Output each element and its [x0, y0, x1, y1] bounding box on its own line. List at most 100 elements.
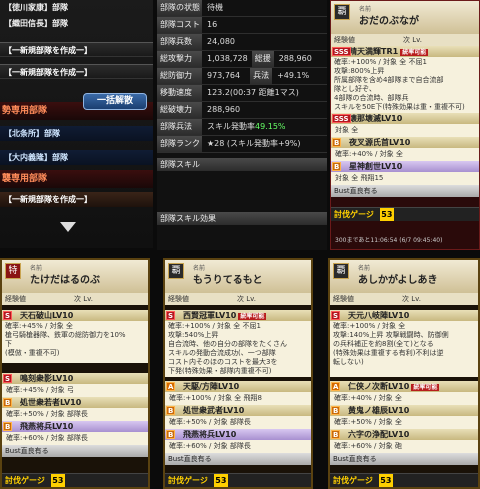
gauge-value: 53 [379, 208, 394, 221]
skill-value: 確率:+100% / 対象 全 飛翔8 [165, 392, 311, 405]
skill-title: 飛燕将兵LV10 [20, 422, 74, 431]
desc-line: コスト内そのほのコストを最大3を [168, 358, 278, 366]
skill-tag: 統率可能 [411, 384, 440, 391]
skill-desc: 確率:+100% / 対象 全 攻撃:140%上昇 攻撃戦闘時、防御側 の兵科補… [330, 321, 478, 377]
deck-row[interactable]: 【織田信長】部隊 [0, 16, 153, 31]
general-card[interactable]: 覇 名前 あしかがよしあき 経験値 次 Lv. S 天元八岐陣LV10 確率:+10… [328, 258, 480, 489]
skill-tag: 統率可能 [238, 313, 267, 320]
new-deck-row[interactable]: 【一新規部隊を作成一】 [0, 42, 153, 57]
desc-line: 4部隊の合流時、部隊兵 [334, 94, 409, 102]
skill-title: 天駆/方陣LV10 [183, 382, 240, 391]
deck-row[interactable]: 【大内義隆】部隊 [0, 150, 153, 165]
card-header: 覇 名前 もうりてるもと [165, 260, 311, 293]
grade-badge: B [166, 430, 176, 439]
stat-value: ★28 (スキル発動率+9%) [207, 139, 301, 148]
flag-bar: Bust直良有る [165, 453, 311, 465]
skill-header: 部隊スキル [157, 158, 327, 171]
gauge-label: 討伐ゲージ [168, 476, 208, 485]
desc-line: (特殊効果は重複する有利)不利は逆 [333, 349, 444, 357]
exp-row: 経験値 次 Lv. [2, 293, 148, 305]
skill-value: 確率:+50% / 対象 全 [330, 416, 478, 429]
deck-row[interactable]: 【徳川家康】部隊 [0, 0, 153, 15]
stat-label: 部隊ランク [157, 136, 202, 152]
skill-value: 確率:+50% / 対象 部隊長 [2, 408, 148, 421]
skill-name: S 天元八岐陣LV10 [330, 310, 478, 321]
next-level-label: 次 Lv. [74, 295, 93, 303]
skill-title: 六字の浄配LV10 [348, 430, 410, 439]
stat-value: スキル発動率 [207, 122, 255, 131]
stat-label: 総援 [251, 51, 274, 67]
skill-desc: 確率:+100% / 対象 全 不屈1 攻撃:800%上昇 所属部隊を含め4部隊… [331, 57, 479, 113]
stat-value: 288,960 [278, 54, 312, 63]
skill-title: 処世衆武者LV10 [183, 406, 245, 415]
deck-list-panel: 【徳川家康】部隊 【織田信長】部隊 【一新規部隊を作成一】 【一新規部隊を作成一… [0, 0, 153, 248]
skill-name: SSS 壊那壊滅LV10 [331, 113, 479, 124]
stat-value: 973,764 [207, 71, 241, 80]
skill-name: S 鳴刻衆影LV10 [2, 373, 148, 384]
stat-label: 総破壊力 [157, 102, 202, 118]
skill-title: 晴天満輝TR1 [349, 47, 399, 56]
desc-line: 確率:+100% / 対象 全 不屈1 [334, 58, 427, 66]
skill-name: B 黄鬼ノ雄辰LV10 [330, 405, 478, 416]
skill-title: 鳴刻衆影LV10 [20, 374, 74, 383]
card-name: たけだはるのぶ [30, 275, 100, 286]
stat-value: 288,960 [207, 105, 241, 114]
skill-value: 対象 全 [331, 124, 479, 137]
deck-row[interactable]: 【北条所】部隊 [0, 126, 153, 141]
new-deck-row[interactable]: 【一新規部隊を作成一】 [0, 64, 153, 79]
rarity-icon: 覇 [333, 263, 349, 279]
skill-value: 確率:+50% / 対象 部隊長 [165, 416, 311, 429]
exp-label: 経験値 [168, 295, 189, 303]
desc-line: 下発(特殊効果・部隊内重複不可) [168, 367, 272, 375]
grade-badge: A [166, 382, 176, 391]
desc-line: 隊とし好ぞ、 [334, 85, 376, 93]
gauge-value: 53 [213, 474, 228, 487]
grade-badge: B [166, 406, 176, 415]
card-name: おだのぶなが [359, 16, 419, 27]
stat-label: 部隊コスト [157, 17, 202, 33]
exp-row: 経験値 次 Lv. [165, 293, 311, 305]
skill-title: 壊那壊滅LV10 [349, 114, 403, 123]
subjugation-gauge: 討伐ゲージ 53 [331, 207, 479, 221]
desc-line: 下 [5, 340, 12, 348]
general-card[interactable]: 特 名前 たけだはるのぶ 経験値 次 Lv. S 天石破山LV10 確率:+45% … [0, 258, 150, 489]
card-name: あしかがよしあき [358, 275, 438, 286]
skill-name: B 六字の浄配LV10 [330, 429, 478, 440]
desc-line: 攻撃:140%上昇 攻撃戦闘時、防御側 [333, 331, 449, 339]
stat-label: 兵法 [250, 68, 273, 84]
deck-stats-panel: 部隊の状態 待機 部隊コスト 16 部隊兵数 24,080 総攻撃力 1,038,728… [157, 0, 327, 250]
skill-name: A 天駆/方陣LV10 [165, 381, 311, 392]
gauge-label: 討伐ゲージ [5, 476, 45, 485]
desc-line: 確率:+45% / 対象 全 [5, 322, 73, 330]
grade-badge: B [332, 138, 342, 147]
skill-value: 確率:+45% / 対象 弓 [2, 384, 148, 397]
grade-badge: S [3, 311, 13, 320]
desc-line: 槍弓騎槍器隊、鉄軍の総防御力を10% [5, 331, 126, 339]
grade-badge: B [3, 422, 13, 431]
skill-title: 夜叉源氏首LV10 [349, 138, 411, 147]
skill-name: B 飛燕将兵LV10 [2, 421, 148, 432]
grade-badge: SSS [332, 47, 351, 56]
card-header: 覇 名前 あしかがよしあき [330, 260, 478, 293]
desc-line: 所属部隊を含め4部隊まで自合流部 [334, 76, 444, 84]
grade-badge: S [3, 374, 13, 383]
flag-bar: Bust直良有る [2, 445, 148, 457]
gauge-value: 53 [50, 474, 65, 487]
general-card[interactable]: 覇 名前 もうりてるもと 経験値 次 Lv. S 西賢冠軍LV10 統率可能 確率:+… [163, 258, 313, 489]
skill-title: 仁侠ノ次断LV10 [348, 382, 410, 391]
new-deck-row[interactable]: 【一新規部隊を作成一】 [0, 192, 153, 207]
skill-title: 天石破山LV10 [20, 311, 74, 320]
card-header: 覇 名前 おだのぶなが [331, 1, 479, 34]
scroll-down-arrow-icon[interactable] [60, 222, 76, 232]
exp-row: 経験値 次 Lv. [331, 34, 479, 46]
stat-label: 部隊兵数 [157, 34, 202, 50]
card-name: もうりてるもと [193, 275, 263, 286]
flag-bar: Bust直良有る [330, 453, 478, 465]
stat-value: 123.2(00:37 距離1マス) [207, 88, 299, 97]
desc-line: 転しない) [333, 358, 364, 366]
stat-value: 16 [207, 20, 218, 29]
grade-badge: S [331, 311, 341, 320]
leader-card[interactable]: 覇 名前 おだのぶなが 経験値次 Lv. SSS 晴天満輝TR1 統率可能 確率:+… [330, 0, 480, 250]
stat-value: 24,080 [207, 37, 235, 46]
bulk-disband-button[interactable]: 一括解散 [83, 93, 147, 110]
